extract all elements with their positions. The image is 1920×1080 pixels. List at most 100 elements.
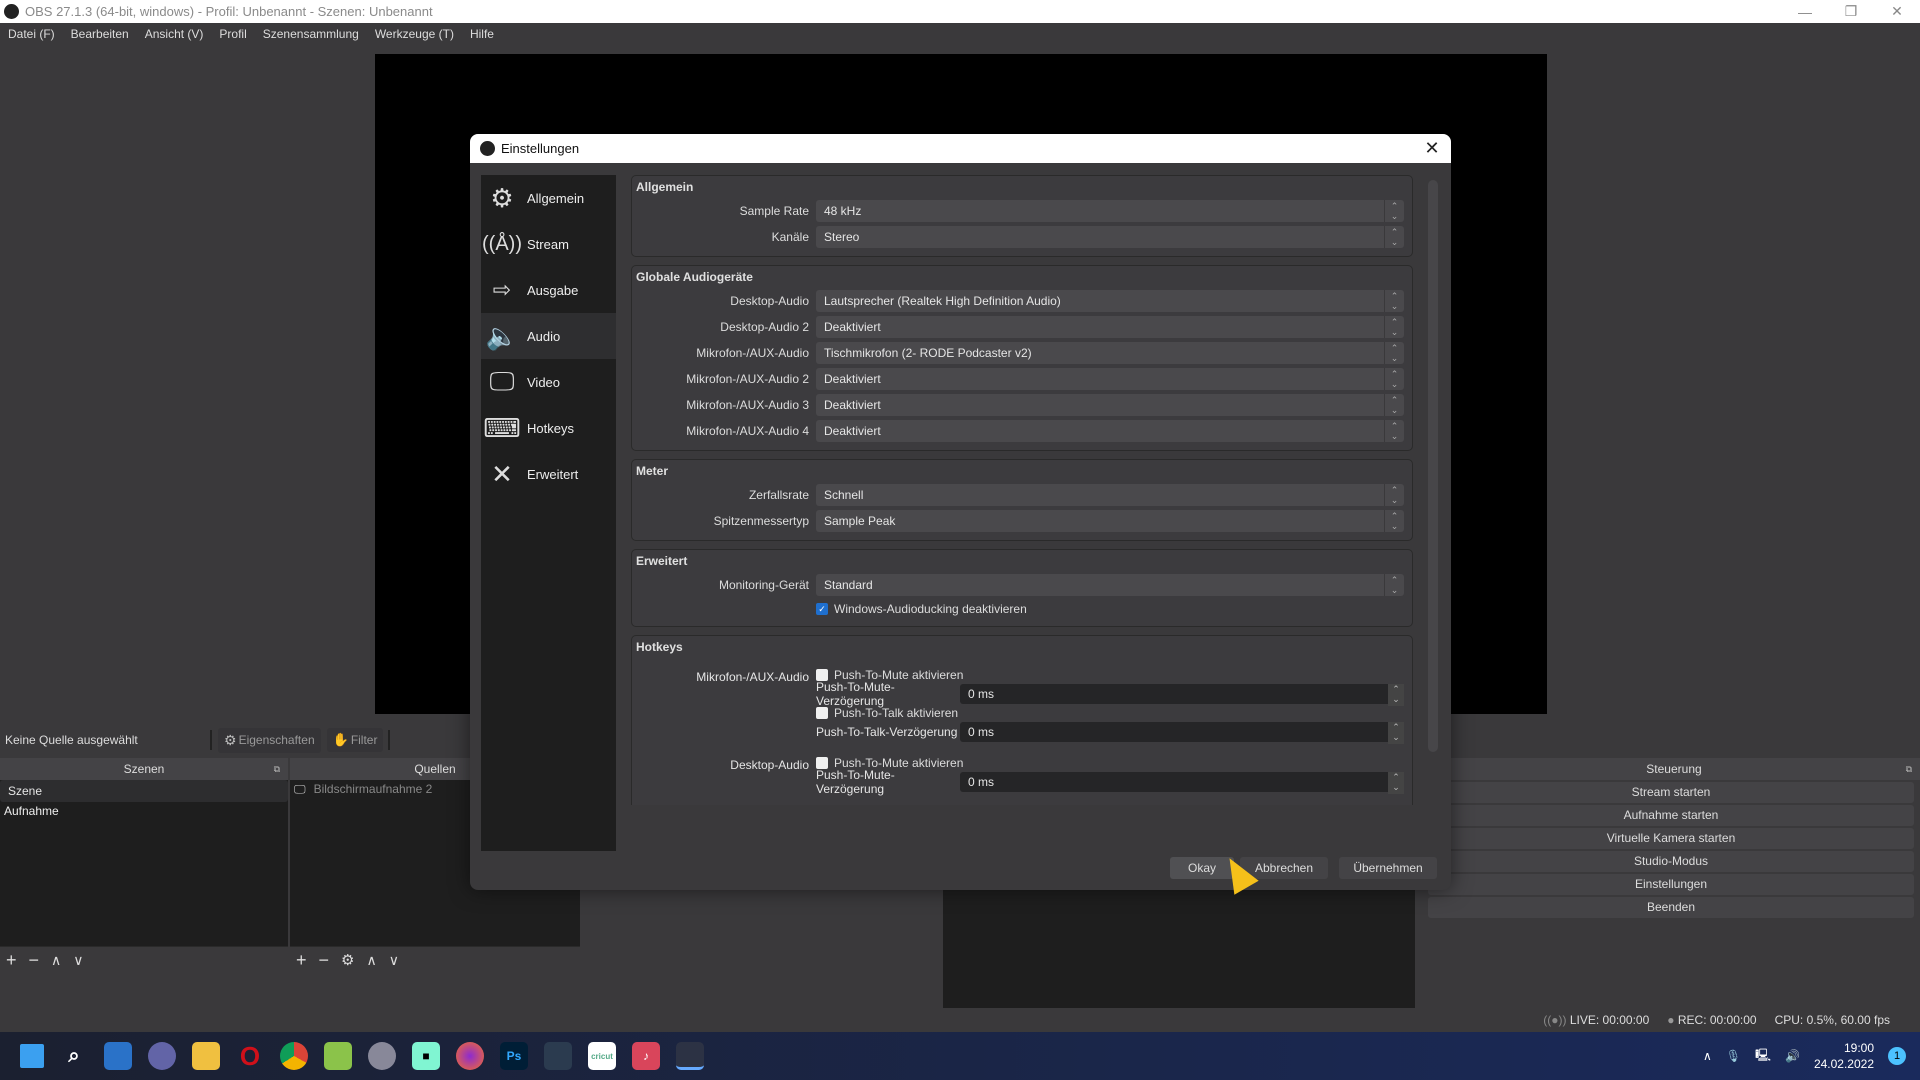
disable-ducking-checkbox[interactable]: ✓ Windows-Audioducking deaktivieren	[816, 602, 1027, 616]
settings-nav: ⚙ Allgemein ((Å)) Stream ⇨ Ausgabe 🔈 Audio 🖵…	[481, 175, 616, 851]
mic-aux-select[interactable]: Tischmikrofon (2- RODE Podcaster v2) ⌃ ⌄	[816, 342, 1404, 364]
settings-dialog: Einstellungen ✕ ⚙ Allgemein ((Å)) Stream ⇨…	[470, 134, 1451, 890]
file-explorer-icon[interactable]	[192, 1042, 220, 1070]
bluestacks-icon[interactable]	[324, 1042, 352, 1070]
davinci-resolve-icon[interactable]	[544, 1042, 572, 1070]
window-title-bar: OBS 27.1.3 (64-bit, windows) - Profil: U…	[0, 0, 1920, 23]
menu-scene-collection[interactable]: Szenensammlung	[263, 27, 359, 41]
restore-icon[interactable]: ❐	[1828, 0, 1874, 23]
decay-rate-select[interactable]: Schnell ⌃ ⌄	[816, 484, 1404, 506]
network-icon[interactable]: 🖳	[1755, 1046, 1771, 1067]
group-title: Allgemein	[636, 180, 694, 194]
minimize-icon[interactable]: —	[1782, 0, 1828, 23]
filter-button[interactable]: ✋ Filter	[326, 728, 384, 752]
date: 24.02.2022	[1813, 1057, 1874, 1071]
spin-value: 0 ms	[968, 687, 995, 701]
teams-chat-icon[interactable]	[148, 1042, 176, 1070]
desktop-audio-select[interactable]: Lautsprecher (Realtek High Definition Au…	[816, 290, 1404, 312]
updown-icon: ⌃ ⌄	[1388, 684, 1404, 706]
nav-item-general[interactable]: ⚙ Allgemein	[481, 175, 616, 221]
settings-button[interactable]: Einstellungen	[1428, 874, 1914, 895]
desktop-hotkeys: Desktop-Audio Push-To-Mute aktivieren Pu…	[636, 754, 1404, 796]
menu-bar: Datei (F) Bearbeiten Ansicht (V) Profil …	[0, 23, 1920, 45]
sample-rate-label: Sample Rate	[739, 204, 809, 218]
streamlabs-icon[interactable]: ■	[412, 1042, 440, 1070]
mic-aux-3-select[interactable]: Deaktiviert ⌃ ⌄	[816, 394, 1404, 416]
nav-item-output[interactable]: ⇨ Ausgabe	[481, 267, 616, 313]
menu-file[interactable]: Datei (F)	[8, 27, 55, 41]
exit-button[interactable]: Beenden	[1428, 897, 1914, 918]
opera-icon[interactable]: O	[236, 1041, 264, 1071]
select-value: Sample Peak	[824, 514, 896, 528]
move-up-icon[interactable]: ∧	[366, 952, 376, 969]
move-down-icon[interactable]: ∨	[73, 952, 83, 969]
properties-button[interactable]: ⚙ Eigenschaften	[218, 727, 321, 753]
obs-taskbar-icon[interactable]	[676, 1042, 704, 1070]
add-scene-icon[interactable]: +	[6, 950, 17, 971]
filter-label: Filter	[350, 733, 378, 747]
monitoring-device-select[interactable]: Standard ⌃ ⌄	[816, 574, 1404, 596]
chevron-up-icon[interactable]: ∧	[1703, 1049, 1712, 1063]
menu-profile[interactable]: Profil	[219, 27, 246, 41]
start-stream-button[interactable]: Stream starten	[1428, 782, 1914, 803]
mic-push-to-talk-checkbox[interactable]: Push-To-Talk aktivieren	[816, 704, 1404, 722]
select-value: Stereo	[824, 230, 860, 244]
undock-icon[interactable]: ⧉	[274, 758, 280, 780]
menu-tools[interactable]: Werkzeuge (T)	[375, 27, 454, 41]
nav-item-advanced[interactable]: ✕ Erweitert	[481, 451, 616, 497]
menu-edit[interactable]: Bearbeiten	[71, 27, 129, 41]
updown-icon: ⌃ ⌄	[1384, 394, 1404, 416]
music-app-icon[interactable]: ♪	[632, 1042, 660, 1070]
menu-view[interactable]: Ansicht (V)	[145, 27, 204, 41]
move-up-icon[interactable]: ∧	[51, 952, 61, 969]
apply-button[interactable]: Übernehmen	[1339, 857, 1437, 879]
undock-icon[interactable]: ⧉	[1906, 758, 1912, 780]
start-virtual-camera-button[interactable]: Virtuelle Kamera starten	[1428, 828, 1914, 849]
firefox-icon[interactable]	[456, 1042, 484, 1070]
mic-ptm-delay-spinbox[interactable]: 0 ms ⌃ ⌄	[960, 684, 1404, 706]
chrome-icon[interactable]	[280, 1042, 308, 1070]
remove-scene-icon[interactable]: −	[29, 950, 40, 971]
divider	[388, 730, 391, 750]
peak-meter-type-select[interactable]: Sample Peak ⌃ ⌄	[816, 510, 1404, 532]
menu-help[interactable]: Hilfe	[470, 27, 494, 41]
windows-start-icon[interactable]	[20, 1044, 44, 1068]
photoshop-icon[interactable]: Ps	[500, 1042, 528, 1070]
nav-item-stream[interactable]: ((Å)) Stream	[481, 221, 616, 267]
move-down-icon[interactable]: ∨	[389, 952, 399, 969]
studio-mode-button[interactable]: Studio-Modus	[1428, 851, 1914, 872]
settings-scrollbar[interactable]	[1428, 180, 1438, 752]
mic-ptt-delay-spinbox[interactable]: 0 ms ⌃ ⌄	[960, 722, 1404, 744]
mic-aux-2-select[interactable]: Deaktiviert ⌃ ⌄	[816, 368, 1404, 390]
search-icon[interactable]: ⌕	[60, 1042, 88, 1070]
volume-icon[interactable]: 🔊	[1785, 1049, 1800, 1063]
close-icon[interactable]: ✕	[1421, 137, 1443, 159]
widgets-icon[interactable]	[104, 1042, 132, 1070]
scene-item[interactable]: Aufnahme	[0, 802, 288, 820]
desktop-audio-label: Desktop-Audio	[730, 294, 809, 308]
start-recording-button[interactable]: Aufnahme starten	[1428, 805, 1914, 826]
rocket-app-icon[interactable]	[368, 1042, 396, 1070]
cricut-icon[interactable]: cricut	[588, 1042, 616, 1070]
nav-item-audio[interactable]: 🔈 Audio	[481, 313, 616, 359]
nav-item-hotkeys[interactable]: ⌨ Hotkeys	[481, 405, 616, 451]
remove-source-icon[interactable]: −	[319, 950, 330, 971]
microphone-icon[interactable]: 🎙	[1726, 1049, 1741, 1063]
select-value: Tischmikrofon (2- RODE Podcaster v2)	[824, 346, 1032, 360]
sample-rate-select[interactable]: 48 kHz ⌃ ⌄	[816, 200, 1404, 222]
channels-select[interactable]: Stereo ⌃ ⌄	[816, 226, 1404, 248]
desktop-ptm-delay-spinbox[interactable]: 0 ms ⌃ ⌄	[960, 772, 1404, 794]
nav-label: Allgemein	[527, 190, 585, 206]
nav-item-video[interactable]: 🖵 Video	[481, 359, 616, 405]
broadcast-icon: ((●))	[1543, 1013, 1567, 1027]
scene-item[interactable]: Szene	[0, 780, 288, 802]
mic-aux-4-select[interactable]: Deaktiviert ⌃ ⌄	[816, 420, 1404, 442]
source-settings-icon[interactable]: ⚙	[341, 951, 354, 969]
clock[interactable]: 19:00 24.02.2022	[1814, 1040, 1874, 1072]
spin-value: 0 ms	[968, 725, 995, 739]
close-window-icon[interactable]: ✕	[1874, 0, 1920, 23]
group-audio-devices: Globale Audiogeräte Desktop-Audio Lautspr…	[631, 265, 1413, 451]
add-source-icon[interactable]: +	[296, 950, 307, 971]
desktop-audio-2-select[interactable]: Deaktiviert ⌃ ⌄	[816, 316, 1404, 338]
notification-badge[interactable]: 1	[1888, 1047, 1906, 1065]
